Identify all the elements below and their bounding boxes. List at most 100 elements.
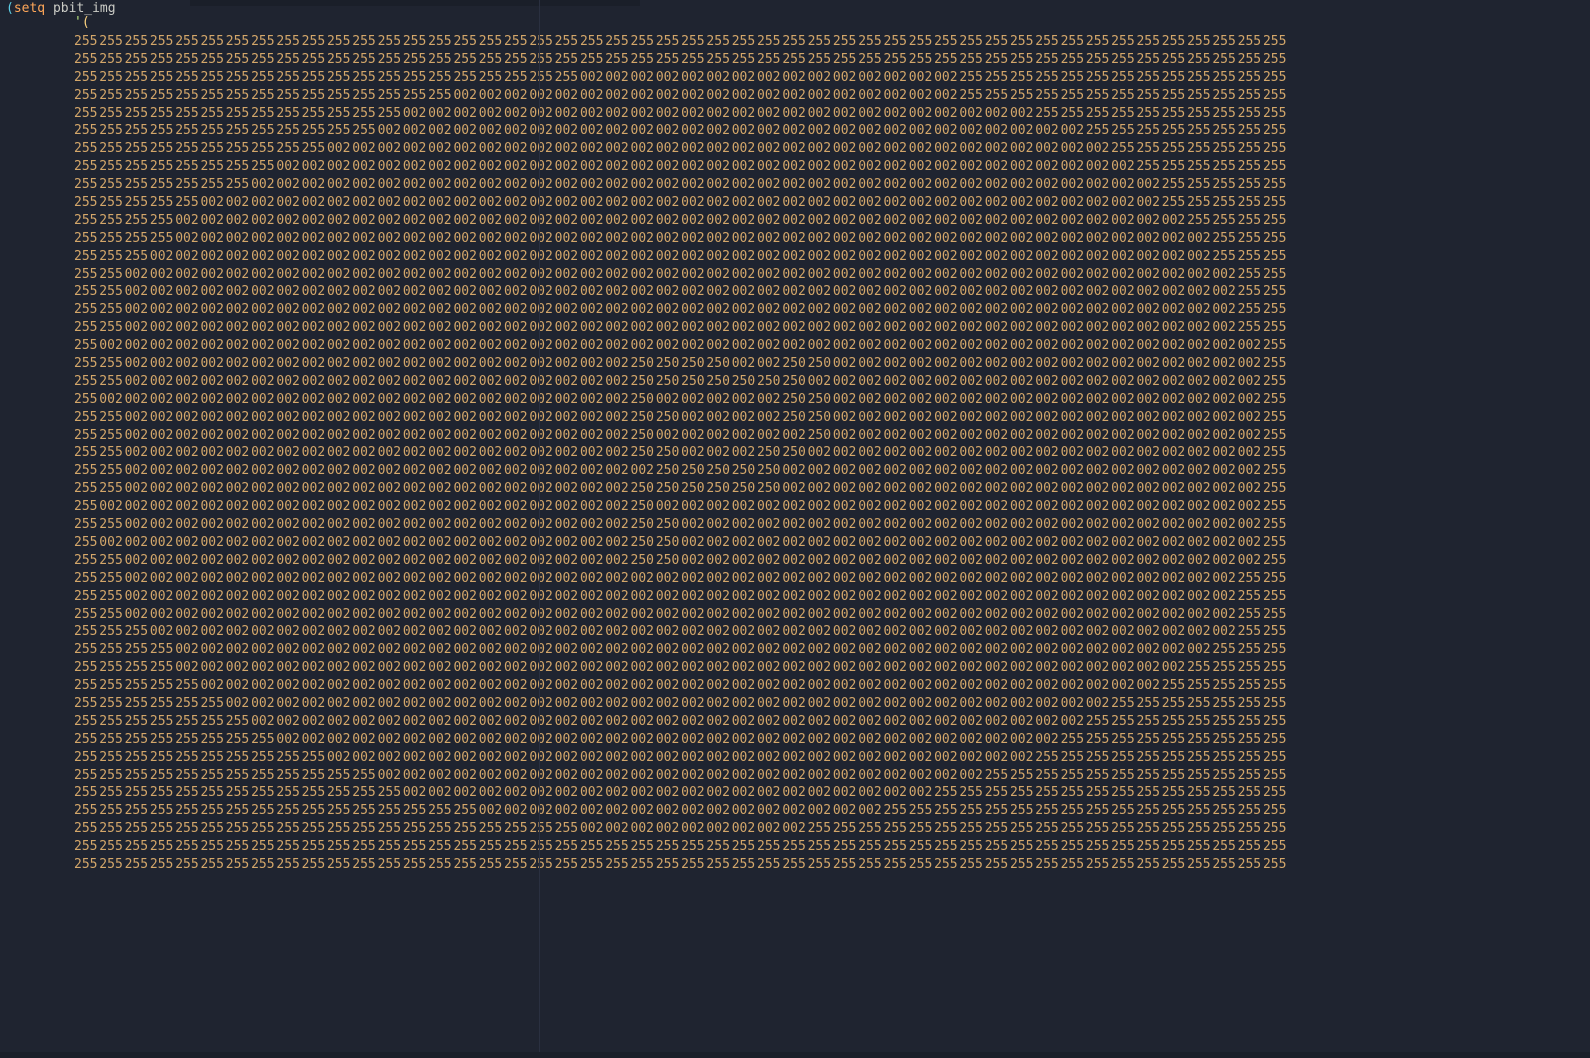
num-token: 002 [605, 659, 630, 677]
num-token: 255 [74, 552, 99, 570]
num-token: 002 [631, 301, 656, 319]
num-token: 255 [782, 856, 807, 874]
num-token: 002 [1010, 337, 1035, 355]
num-token: 255 [959, 820, 984, 838]
num-token: 002 [1035, 659, 1060, 677]
num-token: 002 [782, 248, 807, 266]
num-token: 002 [378, 158, 403, 176]
num-token: 002 [1111, 373, 1136, 391]
num-token: 002 [1238, 534, 1263, 552]
data-row: 2550020020020020020020020020020020020020… [74, 337, 1288, 355]
num-token: 002 [200, 319, 225, 337]
num-token: 002 [732, 731, 757, 749]
num-token: 002 [251, 623, 276, 641]
num-token: 002 [985, 677, 1010, 695]
num-token: 250 [681, 355, 706, 373]
num-token: 255 [1136, 33, 1161, 51]
num-token: 255 [479, 69, 504, 87]
num-token: 255 [1238, 731, 1263, 749]
num-token: 002 [884, 248, 909, 266]
num-token: 002 [327, 391, 352, 409]
num-token: 002 [352, 695, 377, 713]
num-token: 255 [74, 767, 99, 785]
num-token: 255 [1263, 838, 1288, 856]
num-token: 002 [884, 731, 909, 749]
num-token: 002 [934, 301, 959, 319]
num-token: 255 [757, 838, 782, 856]
num-token: 002 [504, 534, 529, 552]
num-token: 002 [1010, 122, 1035, 140]
num-token: 002 [1035, 623, 1060, 641]
num-token: 002 [1010, 623, 1035, 641]
num-token: 002 [1111, 659, 1136, 677]
num-token: 255 [74, 373, 99, 391]
num-token: 255 [1136, 856, 1161, 874]
num-token: 255 [302, 69, 327, 87]
num-token: 002 [226, 409, 251, 427]
num-token: 002 [125, 588, 150, 606]
num-token: 002 [403, 158, 428, 176]
num-token: 002 [125, 498, 150, 516]
num-token: 002 [226, 194, 251, 212]
num-token: 002 [529, 659, 554, 677]
num-token: 255 [378, 784, 403, 802]
num-token: 002 [150, 516, 175, 534]
num-token: 002 [453, 176, 478, 194]
num-token: 002 [757, 606, 782, 624]
num-token: 002 [453, 301, 478, 319]
num-token: 002 [1010, 659, 1035, 677]
num-token: 255 [403, 802, 428, 820]
num-token: 002 [99, 391, 124, 409]
num-token: 255 [656, 33, 681, 51]
num-token: 002 [782, 480, 807, 498]
num-token: 255 [1263, 784, 1288, 802]
num-token: 002 [1162, 498, 1187, 516]
num-token: 002 [504, 122, 529, 140]
num-token: 250 [681, 480, 706, 498]
num-token: 002 [327, 248, 352, 266]
num-token: 255 [150, 731, 175, 749]
num-token: 002 [580, 749, 605, 767]
num-token: 250 [681, 462, 706, 480]
num-token: 002 [605, 802, 630, 820]
data-row: 2552550020020020020020020020020020020020… [74, 606, 1288, 624]
num-token: 002 [1212, 409, 1237, 427]
num-token: 255 [1061, 820, 1086, 838]
num-token: 002 [833, 480, 858, 498]
num-token: 002 [403, 248, 428, 266]
num-token: 002 [1136, 659, 1161, 677]
num-token: 002 [985, 570, 1010, 588]
num-token: 255 [226, 713, 251, 731]
num-token: 255 [125, 51, 150, 69]
num-token: 002 [1111, 337, 1136, 355]
num-token: 255 [1061, 731, 1086, 749]
num-token: 002 [605, 266, 630, 284]
num-token: 255 [226, 158, 251, 176]
num-token: 002 [934, 230, 959, 248]
num-token: 002 [200, 427, 225, 445]
num-token: 002 [555, 176, 580, 194]
num-token: 002 [378, 552, 403, 570]
num-token: 255 [479, 51, 504, 69]
num-token: 255 [352, 802, 377, 820]
num-token: 250 [656, 373, 681, 391]
num-token: 002 [302, 409, 327, 427]
num-token: 255 [833, 838, 858, 856]
num-token: 002 [580, 498, 605, 516]
num-token: 002 [580, 641, 605, 659]
num-token: 002 [1212, 498, 1237, 516]
code-editor[interactable]: (setq pbit_img '( 2552552552552552552552… [0, 0, 1590, 1058]
num-token: 255 [1263, 802, 1288, 820]
num-token: 002 [681, 266, 706, 284]
num-token: 255 [504, 856, 529, 874]
num-token: 250 [732, 373, 757, 391]
num-token: 002 [1010, 444, 1035, 462]
num-token: 002 [858, 373, 883, 391]
num-token: 002 [1136, 266, 1161, 284]
num-token: 002 [1136, 373, 1161, 391]
num-token: 002 [529, 480, 554, 498]
num-token: 255 [125, 122, 150, 140]
num-token: 255 [175, 731, 200, 749]
num-token: 002 [858, 767, 883, 785]
num-token: 255 [1136, 140, 1161, 158]
